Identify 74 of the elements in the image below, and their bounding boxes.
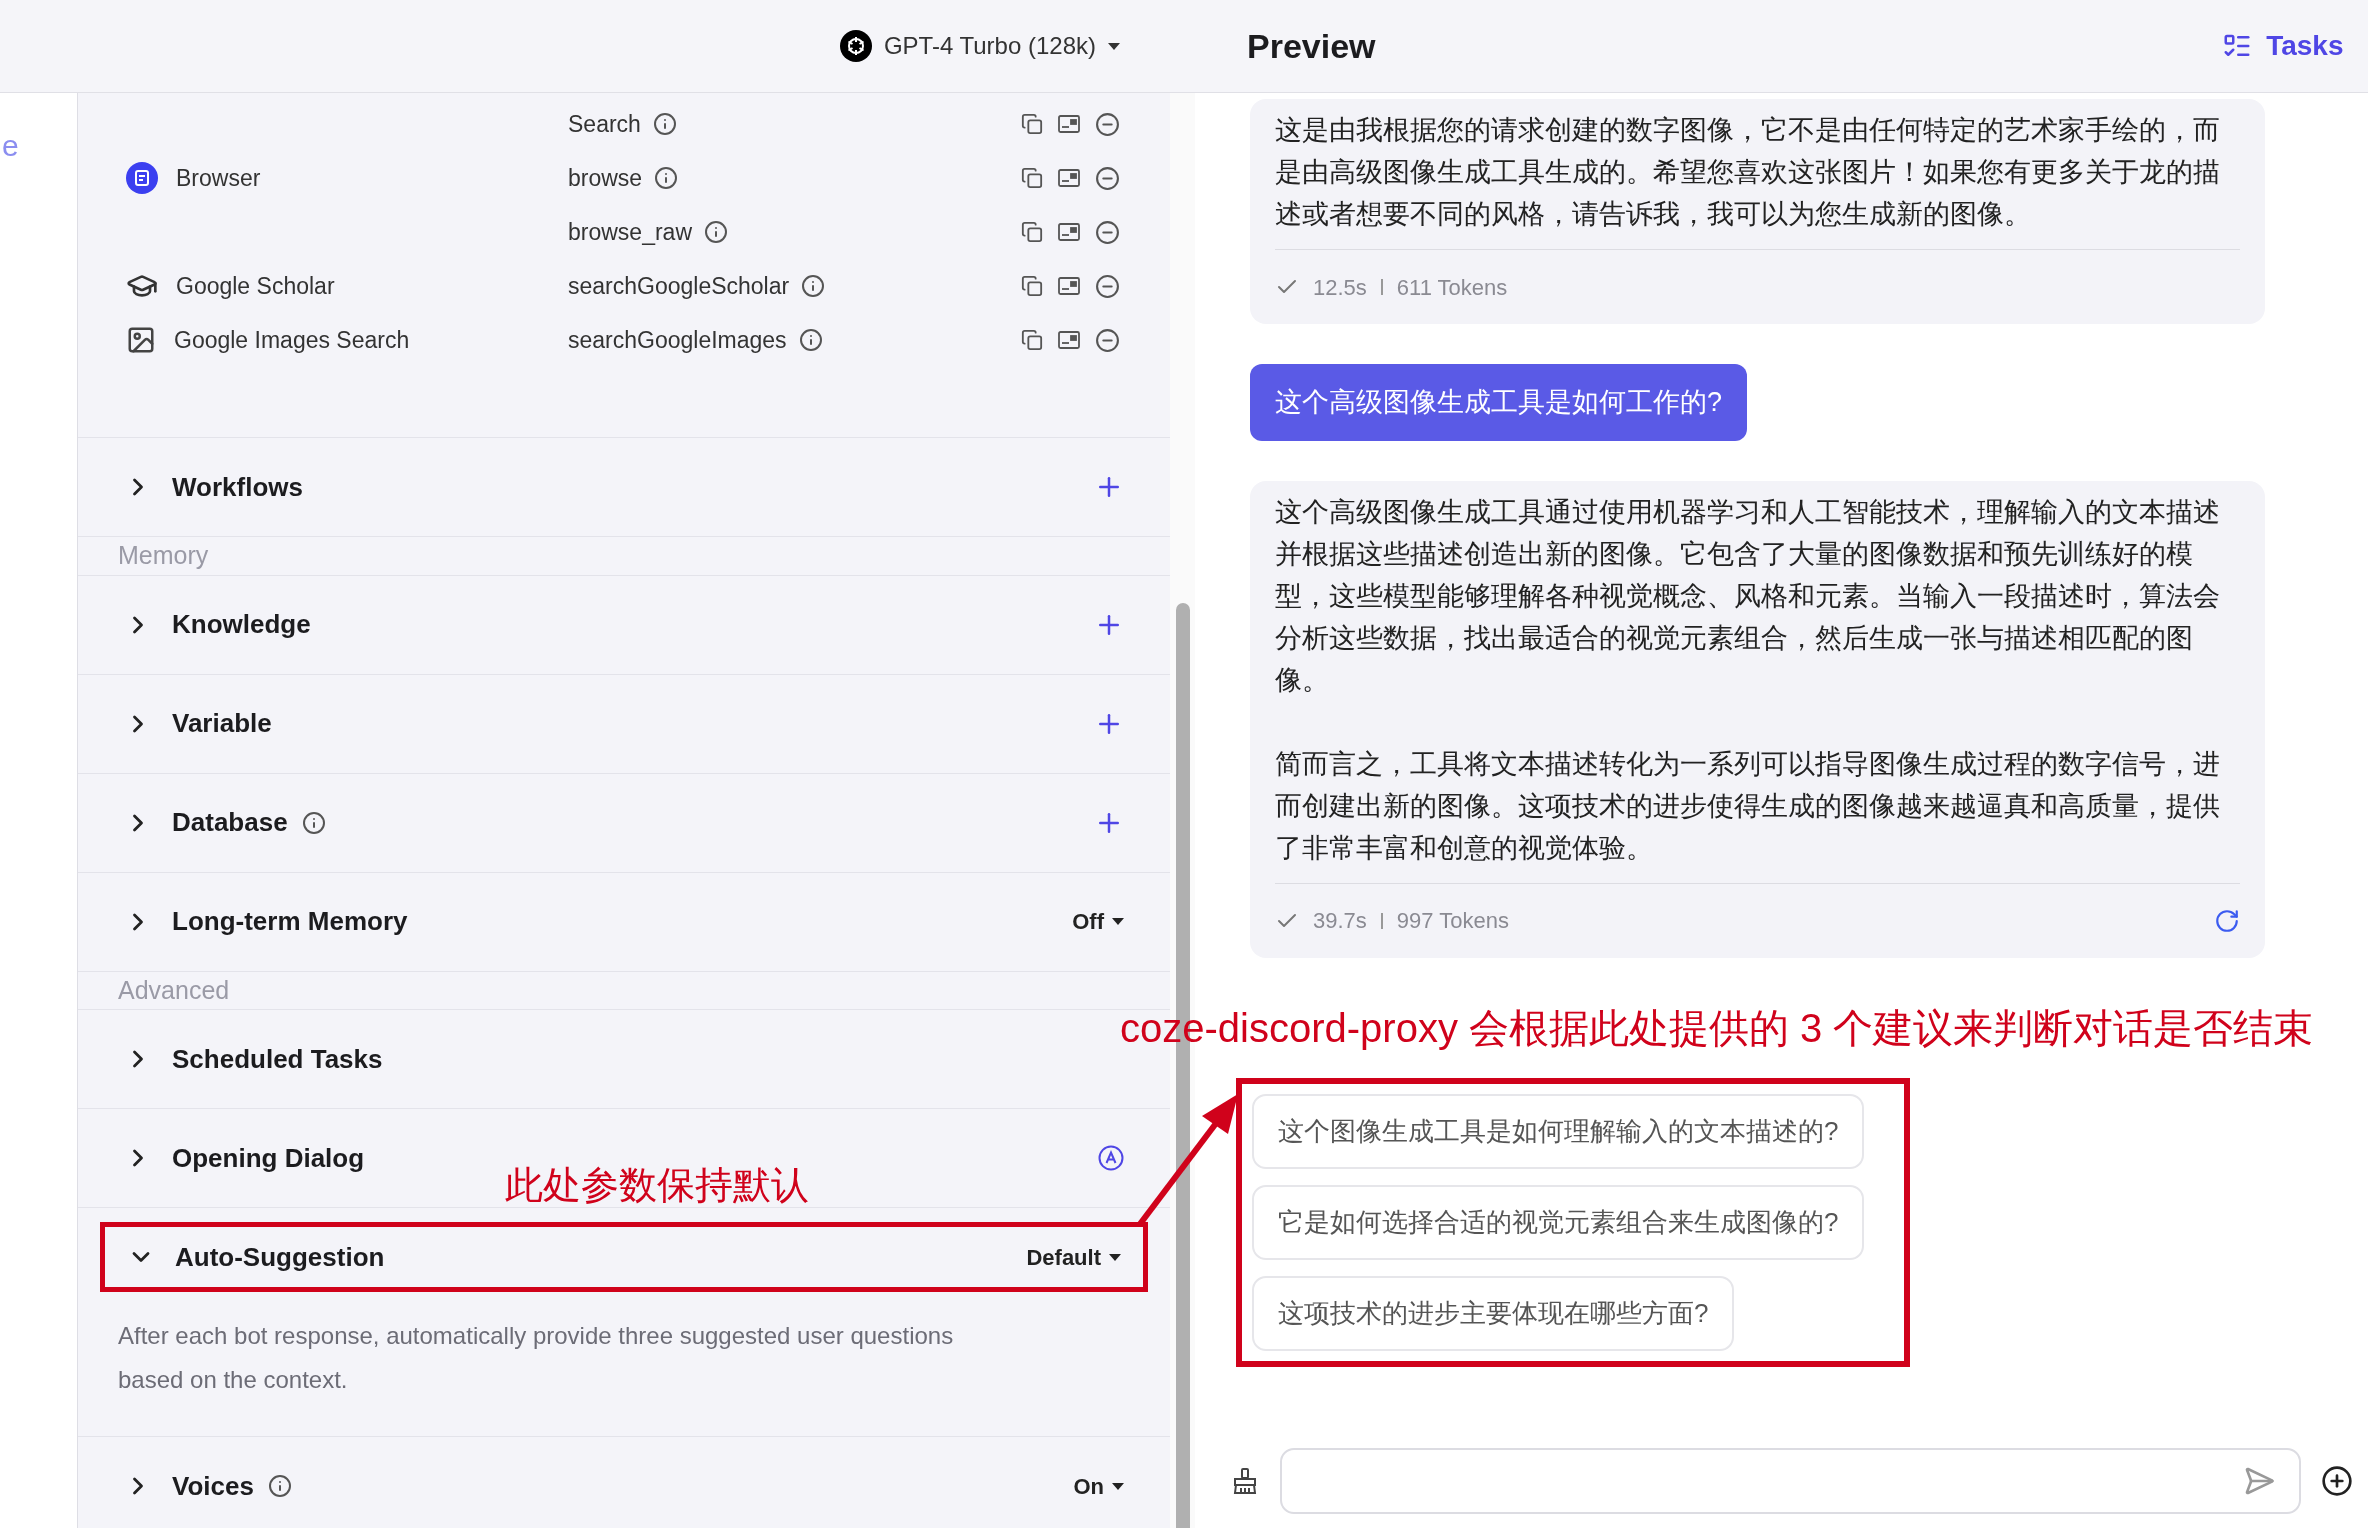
- suggestion-chip[interactable]: 这个图像生成工具是如何理解输入的文本描述的?: [1252, 1093, 1865, 1169]
- remove-icon[interactable]: [1095, 273, 1120, 299]
- caret-icon: [1108, 42, 1120, 50]
- section-title[interactable]: Workflows: [172, 467, 303, 507]
- suggestion-chip[interactable]: 这项技术的进步主要体现在哪些方面?: [1252, 1275, 1735, 1351]
- message-text: 这是由我根据您的请求创建的数字图像，它不是由任何特定的艺术家手绘的，而是由高级图像生成工具生成的。希望您喜欢这张图片！如果您有更多关于龙的描述或者想要不同的风格，请告诉我，我可以为您生成新的图像。: [1275, 114, 2221, 231]
- tool-name: browse_raw: [568, 217, 692, 247]
- card-icon[interactable]: [1057, 167, 1081, 189]
- message-input[interactable]: [1280, 1448, 2302, 1514]
- image-icon: [126, 325, 156, 355]
- info-icon[interactable]: [801, 274, 826, 298]
- info-icon[interactable]: [301, 810, 326, 835]
- section-title[interactable]: Knowledge: [172, 605, 311, 644]
- model-logo-icon: [839, 30, 872, 62]
- tool-name: Search: [568, 109, 641, 139]
- message-text: 这个高级图像生成工具通过使用机器学习和人工智能技术，理解输入的文本描述并根据这些描述创造出新的图像。它包含了大量的图像数据和预先训练好的模型，这些模型能够理解各种视觉概念、风格和元素。当输入一段描述时，算法会分析这些数据，找出最适合的视觉元素组合，然后生成一张与描述相匹配的图像。: [1275, 495, 2221, 697]
- browser-icon: [126, 162, 158, 194]
- model-selector[interactable]: GPT-4 Turbo (128k): [839, 28, 1120, 64]
- tool-name: searchGoogleImages: [568, 325, 787, 355]
- section-description: After each bot response, automatically provide three suggested user questions based on the context.: [117, 1321, 955, 1395]
- auto-icon[interactable]: [1098, 1145, 1124, 1171]
- card-icon[interactable]: [1057, 113, 1081, 135]
- section-title[interactable]: Variable: [172, 704, 272, 743]
- user-message: 这个高级图像生成工具是如何工作的?: [1250, 364, 1748, 441]
- message-text: 简而言之，工具将文本描述转化为一系列可以指导图像生成过程的数字信号，进而创建出新的图像。这项技术的进步使得生成的图像越来越逼真和高质量，提供了非常丰富和创意的视觉体验。: [1275, 747, 2221, 865]
- copy-icon[interactable]: [1021, 329, 1043, 351]
- copy-icon[interactable]: [1021, 275, 1043, 297]
- tool-name: searchGoogleScholar: [568, 271, 790, 301]
- response-time: 39.7s: [1313, 907, 1367, 935]
- plugin-name: Google Images Search: [174, 325, 410, 355]
- value-dropdown[interactable]: On: [1073, 1469, 1124, 1503]
- tasks-button[interactable]: Tasks: [2222, 25, 2344, 67]
- copy-icon[interactable]: [1021, 113, 1043, 135]
- section-title[interactable]: Long-term Memory: [172, 902, 408, 941]
- plugin-name: Google Scholar: [176, 271, 335, 301]
- section-title[interactable]: Opening Dialog: [172, 1138, 365, 1178]
- caret-icon: [1112, 1482, 1124, 1490]
- regenerate-icon[interactable]: [2214, 907, 2240, 934]
- section-title[interactable]: Auto-Suggestion: [175, 1237, 385, 1277]
- token-count: 997 Tokens: [1396, 907, 1509, 935]
- info-icon[interactable]: [704, 220, 728, 244]
- send-icon[interactable]: [2243, 1465, 2276, 1497]
- caret-icon: [1109, 1253, 1121, 1261]
- highlighted-section-header[interactable]: Auto-Suggestion Default: [100, 1222, 1148, 1292]
- info-icon[interactable]: [267, 1474, 292, 1498]
- token-count: 611 Tokens: [1396, 273, 1508, 302]
- info-icon[interactable]: [798, 328, 823, 352]
- copy-icon[interactable]: [1021, 221, 1043, 243]
- card-icon[interactable]: [1057, 221, 1081, 243]
- suggestion-chip[interactable]: 它是如何选择合适的视觉元素组合来生成图像的?: [1252, 1184, 1865, 1260]
- remove-icon[interactable]: [1095, 327, 1120, 353]
- card-icon[interactable]: [1057, 329, 1081, 351]
- card-icon[interactable]: [1057, 275, 1081, 297]
- remove-icon[interactable]: [1095, 111, 1120, 137]
- preview-title: Preview: [1247, 25, 1376, 67]
- value-dropdown[interactable]: Default: [1026, 1240, 1121, 1274]
- section-title[interactable]: Database: [172, 803, 288, 842]
- info-icon[interactable]: [654, 166, 679, 190]
- section-title[interactable]: Voices: [172, 1466, 254, 1506]
- section-title[interactable]: Scheduled Tasks: [172, 1039, 383, 1079]
- response-time: 12.5s: [1313, 273, 1367, 302]
- annotation-text: 此处参数保持默认: [505, 1163, 809, 1208]
- add-icon[interactable]: [2321, 1465, 2354, 1497]
- copy-icon[interactable]: [1021, 167, 1043, 189]
- group-label: Memory: [118, 540, 209, 571]
- annotation-text: coze-discord-proxy 会根据此处提供的 3 个建议来判断对话是否结束: [1120, 1004, 2314, 1052]
- remove-icon[interactable]: [1095, 165, 1120, 191]
- group-label: Advanced: [118, 974, 230, 1006]
- plugin-name: Browser: [176, 163, 261, 193]
- tool-name: browse: [568, 163, 643, 193]
- remove-icon[interactable]: [1095, 219, 1120, 245]
- info-icon[interactable]: [652, 112, 677, 136]
- value-dropdown[interactable]: Off: [1072, 905, 1124, 938]
- caret-icon: [1112, 918, 1124, 925]
